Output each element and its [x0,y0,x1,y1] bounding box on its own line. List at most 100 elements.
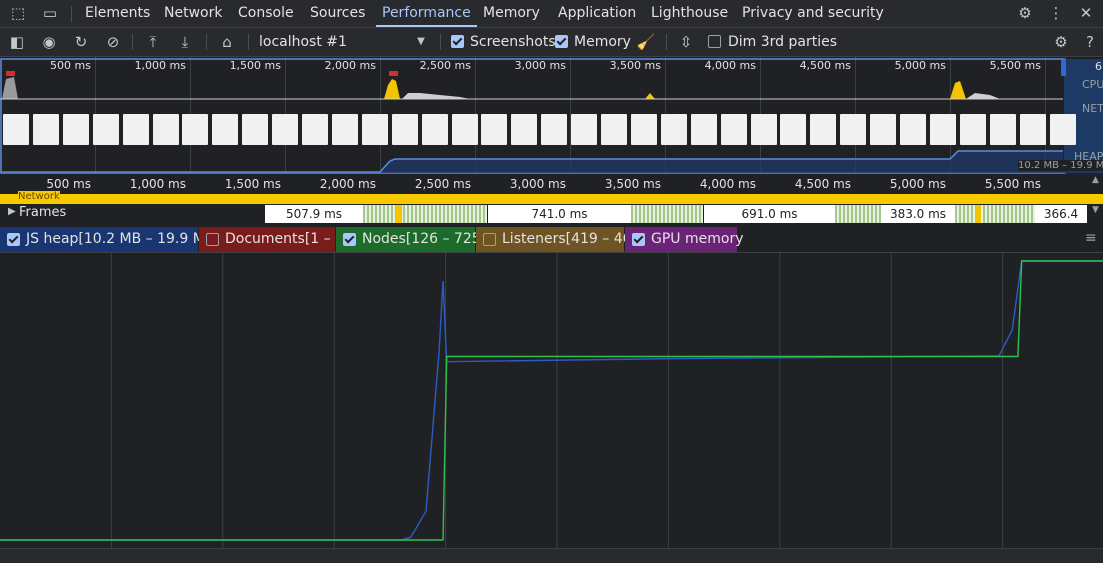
gear-icon[interactable]: ⚙ [1015,4,1035,22]
screenshot-thumbnail[interactable] [481,114,508,145]
tab-performance[interactable]: Performance [376,0,477,27]
screenshot-thumbnail[interactable] [870,114,897,145]
frame-bars[interactable] [631,205,703,223]
scroll-down-icon[interactable]: ▼ [1092,206,1102,222]
counter-checkbox[interactable] [483,233,496,246]
ruler-tick-label: 2,500 ms [414,177,471,191]
frame-bars[interactable] [363,205,487,223]
tab-sources[interactable]: Sources [310,0,365,27]
ruler-tick-label: 1,000 ms [129,177,186,191]
counter-checkbox[interactable] [632,233,645,246]
download-profile-icon[interactable]: ⤓ [175,32,195,52]
tab-console[interactable]: Console [238,0,294,27]
clear-icon[interactable]: ⊘ [103,32,123,52]
scroll-up-icon[interactable]: ▲ [1092,176,1102,192]
tab-elements[interactable]: Elements [85,0,150,27]
screenshot-thumbnail[interactable] [361,114,388,145]
dim-3rd-parties-checkbox[interactable] [708,35,721,48]
sidebar-toggle-icon[interactable]: ◧ [7,32,27,52]
cpu-spike-5000 [950,81,966,99]
toolbar-separator [206,34,207,50]
screenshot-thumbnail[interactable] [302,114,328,145]
screenshot-thumbnail[interactable] [900,114,926,145]
memory-checkbox[interactable] [555,35,568,48]
screenshot-thumbnail[interactable] [1049,114,1076,145]
screenshot-thumbnail[interactable] [959,114,986,145]
capture-settings-icon[interactable]: ⚙ [1051,32,1071,52]
frame-segment[interactable]: 383.0 ms [881,205,955,223]
expand-triangle-icon[interactable]: ▶ [8,206,16,217]
frame-segment[interactable]: 507.9 ms [265,205,363,223]
screenshot-thumbnail[interactable] [660,114,687,145]
target-select[interactable]: localhost #1 [259,28,347,56]
counter-gpu-memory[interactable]: GPU memory [625,227,743,252]
screenshot-thumbnail[interactable] [32,114,59,145]
screenshot-thumbnail[interactable] [182,114,209,145]
counter-documents[interactable]: Documents[1 – 1] [199,227,349,252]
screenshot-thumbnail[interactable] [690,114,717,145]
screenshot-thumbnail[interactable] [780,114,807,145]
hamburger-menu-icon[interactable]: ≡ [1085,230,1097,246]
tab-application[interactable]: Application [558,0,636,27]
screenshot-thumbnail[interactable] [750,114,777,145]
screenshot-thumbnail[interactable] [3,114,29,145]
counter-checkbox[interactable] [206,233,219,246]
screenshots-checkbox[interactable] [451,35,464,48]
counter-listeners[interactable]: Listeners[419 – 461] [476,227,646,252]
garbage-collect-icon[interactable]: 🧹 [636,32,656,52]
screenshot-thumbnail[interactable] [152,114,179,145]
screenshot-thumbnail[interactable] [929,114,956,145]
screenshot-thumbnail[interactable] [92,114,119,145]
tab-privacy-and-security[interactable]: Privacy and security [742,0,884,27]
screenshot-thumbnail[interactable] [451,114,478,145]
timeline-overview[interactable]: 500 ms 1,000 ms 1,500 ms 2,000 ms 2,500 ms 3,… [0,57,1103,174]
screenshot-thumbnail[interactable] [331,114,358,145]
counter-js-heap[interactable]: JS heap[10.2 MB – 19.9 MB] [0,227,220,252]
record-icon[interactable]: ◉ [39,32,59,52]
screenshot-thumbnail[interactable] [720,114,747,145]
chevron-down-icon[interactable]: ▼ [411,32,431,52]
screenshot-thumbnail[interactable] [391,114,418,145]
screenshot-thumbnail[interactable] [122,114,149,145]
screenshot-thumbnail[interactable] [62,114,89,145]
help-icon[interactable]: ? [1080,32,1100,52]
screenshot-thumbnail[interactable] [840,114,867,145]
screenshot-thumbnail[interactable] [989,114,1016,145]
screenshot-thumbnail[interactable] [601,114,627,145]
network-track[interactable]: Network [0,191,1103,204]
frames-track[interactable]: ▶ Frames 507.9 ms 741.0 ms 691.0 ms 383.… [0,204,1103,239]
screenshot-thumbnail[interactable] [511,114,538,145]
screenshot-thumbnail[interactable] [421,114,448,145]
frame-bars[interactable] [955,205,1035,223]
home-icon[interactable]: ⌂ [217,32,237,52]
screenshot-thumbnail[interactable] [1019,114,1046,145]
ruler-tick-label: 3,500 ms [604,177,661,191]
screenshot-thumbnail[interactable] [810,114,837,145]
tab-memory[interactable]: Memory [483,0,540,27]
counter-checkbox[interactable] [7,233,20,246]
screenshot-thumbnail[interactable] [541,114,568,145]
upload-profile-icon[interactable]: ⤒ [143,32,163,52]
memory-chart[interactable] [0,253,1103,548]
more-menu-icon[interactable]: ⋮ [1046,4,1066,22]
frame-segment[interactable]: 691.0 ms [704,205,835,223]
screenshot-thumbnail[interactable] [242,114,269,145]
collapse-tracks-icon[interactable]: ⇳ [676,32,696,52]
counter-checkbox[interactable] [343,233,356,246]
cpu-activity-2 [966,93,1000,99]
screenshot-thumbnail[interactable] [630,114,657,145]
tab-lighthouse[interactable]: Lighthouse [651,0,728,27]
screenshot-thumbnail[interactable] [272,114,299,145]
close-icon[interactable]: ✕ [1076,4,1096,22]
frame-segment[interactable]: 741.0 ms [488,205,631,223]
device-toolbar-icon[interactable]: ▭ [40,4,60,22]
screenshot-thumbnail[interactable] [571,114,598,145]
counter-nodes[interactable]: Nodes[126 – 725] [336,227,486,252]
reload-record-icon[interactable]: ↻ [71,32,91,52]
frame-segment[interactable]: 366.4 ms [1035,205,1087,239]
inspect-element-icon[interactable]: ⬚ [8,4,28,22]
ruler-tick-label: 4,500 ms [794,177,851,191]
screenshot-thumbnail[interactable] [212,114,239,145]
tab-network[interactable]: Network [164,0,222,27]
frame-bars[interactable] [835,205,881,223]
